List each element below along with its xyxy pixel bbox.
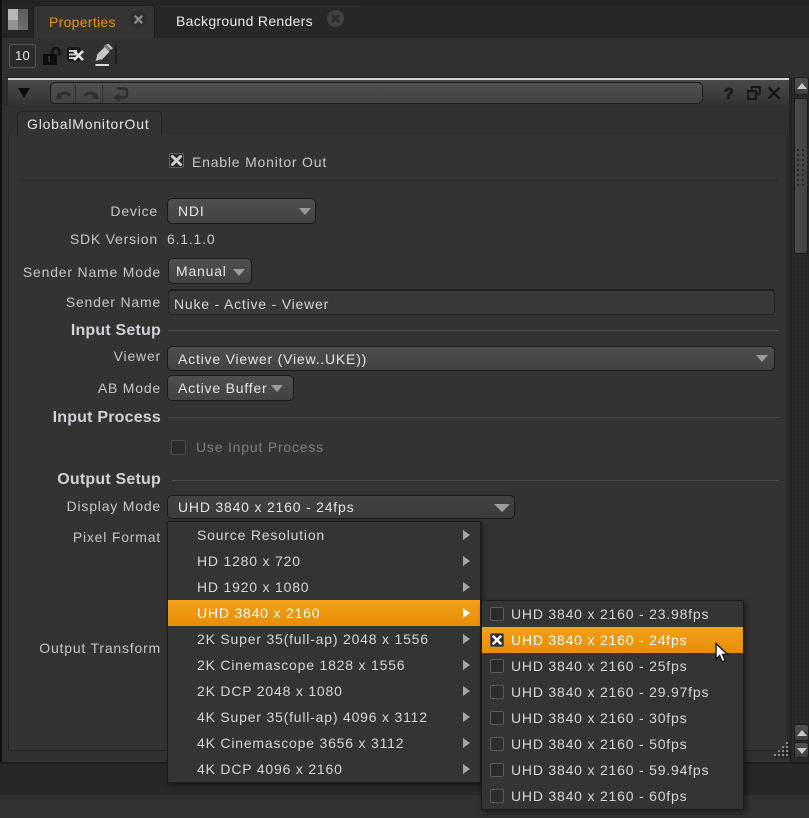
- svg-text:?: ?: [724, 86, 734, 103]
